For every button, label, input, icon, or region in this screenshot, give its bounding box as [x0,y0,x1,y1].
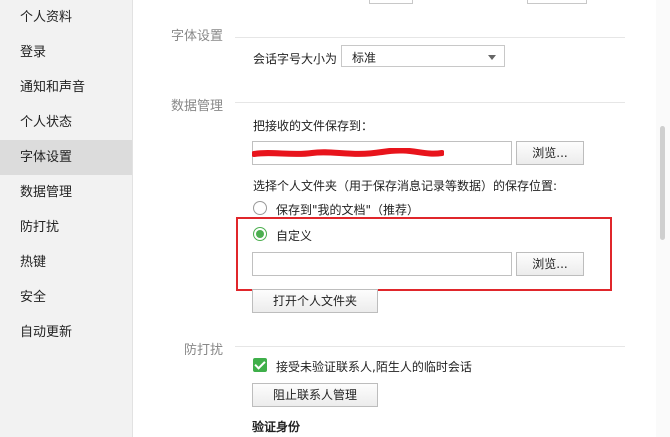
scrollbar-thumb[interactable] [660,126,665,240]
section-divider [235,102,625,103]
sidebar-item-status[interactable]: 个人状态 [0,105,132,140]
block-contacts-button[interactable]: 阻止联系人管理 [252,383,378,407]
sidebar-item-profile[interactable]: 个人资料 [0,0,132,35]
section-title-dnd: 防打扰 [184,343,224,358]
chevron-down-icon [488,55,496,60]
accept-temp-chat-checkbox[interactable] [253,358,267,372]
redaction-scribble [252,148,444,157]
section-title-font: 字体设置 [171,29,224,44]
verify-identity-heading: 验证身份 [252,420,301,434]
folder-location-desc: 选择个人文件夹（用于保存消息记录等数据）的保存位置: [253,179,558,193]
save-files-label: 把接收的文件保存到： [253,119,374,133]
sidebar-item-update[interactable]: 自动更新 [0,315,132,350]
accept-temp-chat-label: 接受未验证联系人,陌生人的临时会话 [276,360,472,374]
sidebar-item-data[interactable]: 数据管理 [0,175,132,210]
font-size-value: 标准 [352,51,377,65]
sidebar-item-login[interactable]: 登录 [0,35,132,70]
sidebar-item-hotkeys[interactable]: 热键 [0,245,132,280]
annotation-highlight-box [236,217,612,291]
browse-button-receive[interactable]: 浏览... [516,141,584,165]
settings-sidebar: 个人资料 登录 通知和声音 个人状态 字体设置 数据管理 防打扰 热键 安全 自… [0,0,133,437]
section-divider [235,346,625,347]
section-title-data: 数据管理 [171,99,224,114]
sidebar-item-font[interactable]: 字体设置 [0,140,132,175]
clipped-control[interactable] [369,0,413,4]
clipped-control[interactable] [527,0,587,4]
font-size-label: 会话字号大小为 [253,52,338,66]
sidebar-item-security[interactable]: 安全 [0,280,132,315]
sidebar-item-dnd[interactable]: 防打扰 [0,210,132,245]
radio-mydocs-label: 保存到"我的文档"（推荐） [276,203,420,217]
radio-mydocs[interactable] [253,201,267,215]
open-folder-button[interactable]: 打开个人文件夹 [252,289,378,313]
section-divider [235,37,625,38]
font-size-select[interactable]: 标准 [341,45,505,67]
sidebar-item-notifications[interactable]: 通知和声音 [0,70,132,105]
